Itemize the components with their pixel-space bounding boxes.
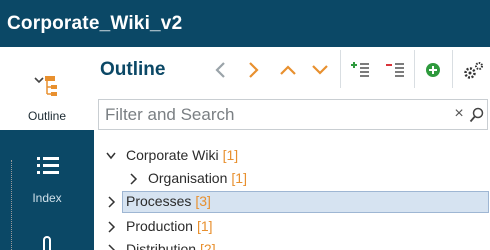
search-input[interactable] [105,105,435,125]
chevron-right-icon[interactable] [106,244,116,250]
paperclip-icon [43,236,51,250]
tree-node-count: [1] [231,170,247,186]
chevron-right-icon[interactable] [128,173,138,185]
indent-remove-button[interactable] [381,56,407,84]
sidebar-item-attachments[interactable] [0,227,94,250]
add-circle-icon [426,63,440,77]
toolbar-separator [414,50,415,88]
chevron-down-icon [312,65,328,75]
tree-guide-line [11,160,12,250]
tree-node[interactable]: Distribution [2] [98,238,490,250]
tree-node-count: [2] [200,241,216,250]
tree-node-count: [1] [196,218,213,234]
indent-add-icon [351,62,369,77]
tree-node-label: Distribution [2] [126,241,216,250]
search-icon[interactable] [469,106,485,124]
sidebar-item-outline[interactable]: Outline [0,47,94,130]
clear-search-button[interactable]: × [452,105,466,123]
move-up-button[interactable] [275,56,301,84]
settings-gears-icon [464,62,483,79]
tree-node[interactable]: Corporate Wiki [1] [98,144,490,168]
tree-node-count: [3] [195,193,211,209]
sidebar-item-index[interactable]: Index [0,147,94,213]
tree-node-label: Corporate Wiki [1] [126,147,239,163]
filter-search-box: × [98,99,488,130]
tree-node[interactable]: Processes [3] [98,190,490,214]
chevron-right-icon[interactable] [106,221,116,233]
move-left-button[interactable] [208,56,234,84]
move-right-button[interactable] [240,56,266,84]
sidebar: Outline Index [0,47,94,250]
toolbar-separator [340,50,341,88]
indent-add-button[interactable] [346,56,372,84]
tree-node-label: Production [1] [126,218,213,234]
outline-tree: Corporate Wiki [1] Organisation [1] Proces… [98,140,490,250]
sidebar-item-label: Index [32,191,62,205]
chevron-down-icon[interactable] [106,150,116,162]
tree-node-label: Processes [3] [126,193,211,209]
app-title: Corporate_Wiki_v2 [7,13,183,34]
title-bar: Corporate_Wiki_v2 [0,0,490,47]
tree-node[interactable]: Production [1] [98,215,490,239]
list-icon [37,157,59,174]
tree-node-label: Organisation [1] [148,170,247,186]
settings-button[interactable] [458,56,484,84]
indent-remove-icon [386,63,404,77]
chevron-left-icon [215,62,225,78]
chevron-right-icon[interactable] [106,196,116,208]
toolbar-separator [452,50,453,88]
sidebar-item-label: Outline [27,109,67,123]
tree-node[interactable]: Organisation [1] [98,167,490,191]
tree-node-count: [1] [222,147,239,163]
move-down-button[interactable] [307,56,333,84]
chevron-right-icon [249,62,259,78]
chevron-up-icon [280,65,296,75]
add-page-button[interactable] [420,56,446,84]
outline-tree-icon [34,76,57,96]
panel-title: Outline [100,59,166,80]
